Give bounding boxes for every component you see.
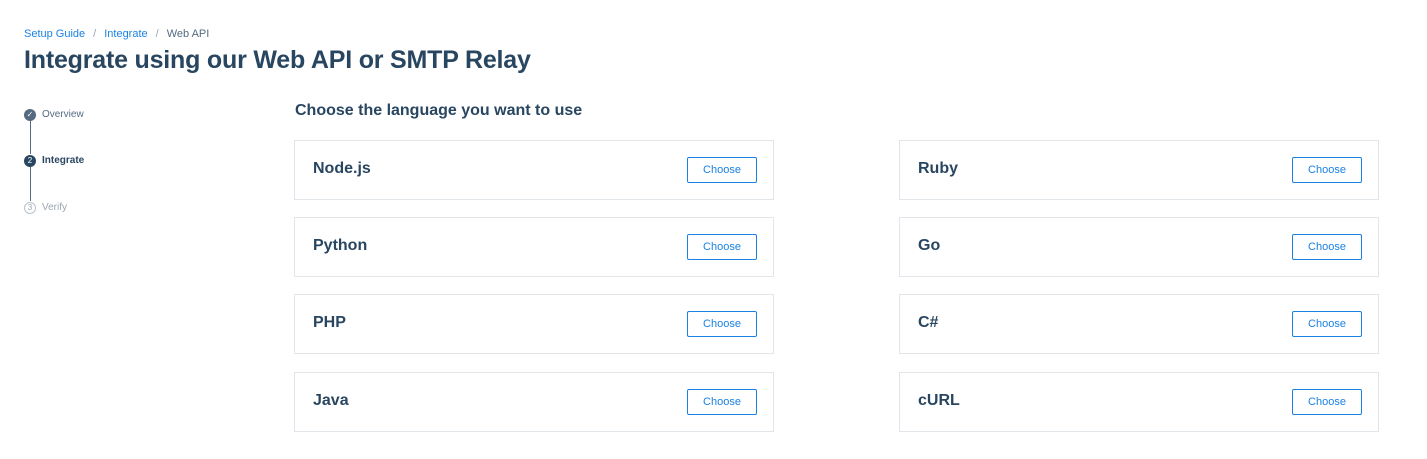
choose-go-button[interactable]: Choose: [1292, 234, 1362, 260]
step-label: Overview: [42, 109, 84, 120]
language-name: Node.js: [313, 160, 371, 177]
language-card-python: Python Choose: [294, 217, 774, 277]
step-number-badge: 3: [24, 202, 36, 214]
setup-stepper: ✓ Overview 2 Integrate 3 Verify: [24, 108, 224, 218]
language-name: Ruby: [918, 160, 958, 177]
choose-java-button[interactable]: Choose: [687, 389, 757, 415]
step-verify: 3 Verify: [24, 201, 67, 215]
language-name: Go: [918, 237, 941, 254]
choose-nodejs-button[interactable]: Choose: [687, 157, 757, 183]
breadcrumb-link-integrate[interactable]: Integrate: [104, 28, 147, 40]
breadcrumb-current: Web API: [166, 28, 210, 40]
language-card-go: Go Choose: [899, 217, 1379, 277]
language-card-java: Java Choose: [294, 372, 774, 432]
choose-ruby-button[interactable]: Choose: [1292, 157, 1362, 183]
choose-php-button[interactable]: Choose: [687, 311, 757, 337]
language-card-nodejs: Node.js Choose: [294, 140, 774, 200]
choose-csharp-button[interactable]: Choose: [1292, 311, 1362, 337]
step-label: Integrate: [42, 155, 85, 166]
step-overview[interactable]: ✓ Overview: [24, 108, 84, 122]
choose-curl-button[interactable]: Choose: [1292, 389, 1362, 415]
step-number-badge: 2: [24, 155, 36, 167]
language-card-php: PHP Choose: [294, 294, 774, 354]
language-name: cURL: [918, 392, 960, 409]
step-integrate[interactable]: 2 Integrate: [24, 154, 84, 168]
stepper-connector: [29, 166, 31, 201]
stepper-connector: [29, 120, 31, 154]
breadcrumb-link-setup-guide[interactable]: Setup Guide: [24, 28, 85, 40]
section-heading: Choose the language you want to use: [295, 102, 583, 119]
language-name: C#: [918, 314, 939, 331]
language-name: Java: [313, 392, 349, 409]
page-title: Integrate using our Web API or SMTP Rela…: [24, 46, 531, 74]
choose-python-button[interactable]: Choose: [687, 234, 757, 260]
integrate-page: Setup Guide / Integrate / Web API Integrate …: [0, 0, 1427, 459]
language-card-ruby: Ruby Choose: [899, 140, 1379, 200]
step-label: Verify: [42, 202, 68, 213]
language-name: PHP: [313, 314, 346, 331]
language-name: Python: [313, 237, 368, 254]
breadcrumb-separator: /: [155, 28, 159, 40]
check-icon: ✓: [24, 109, 36, 121]
language-card-csharp: C# Choose: [899, 294, 1379, 354]
language-card-curl: cURL Choose: [899, 372, 1379, 432]
breadcrumb-separator: /: [93, 28, 97, 40]
breadcrumb: Setup Guide / Integrate / Web API: [24, 27, 209, 41]
